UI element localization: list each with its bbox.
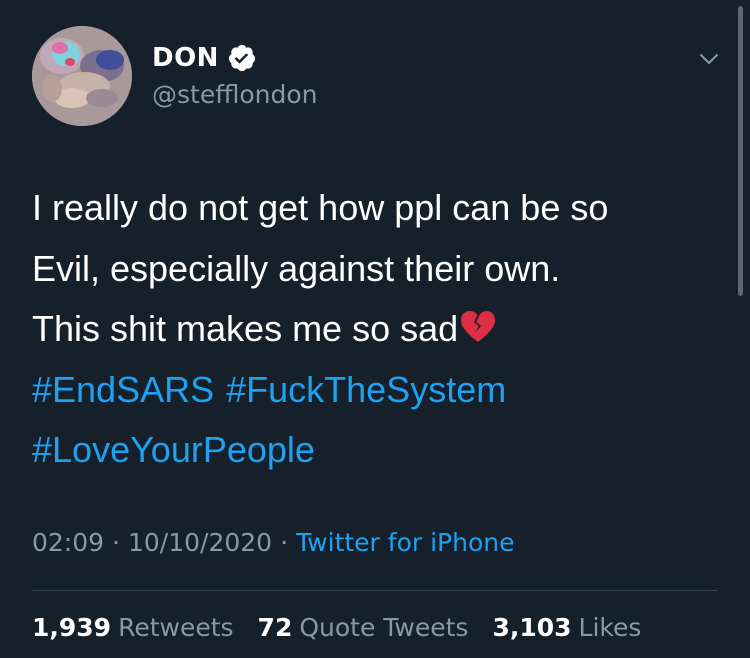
hashtag-link[interactable]: #FuckTheSystem	[226, 369, 506, 410]
tweet-source-link[interactable]: Twitter for iPhone	[296, 528, 514, 557]
hashtag-link[interactable]: #LoveYourPeople	[32, 429, 315, 470]
scrollbar[interactable]	[738, 6, 743, 296]
quote-tweets-label: Quote Tweets	[299, 613, 469, 642]
quote-tweets-stat[interactable]: 72 Quote Tweets	[258, 613, 469, 642]
hashtag-link[interactable]: #EndSARS	[32, 369, 214, 410]
hashtag-line: #LoveYourPeople	[32, 420, 722, 481]
retweets-stat[interactable]: 1,939 Retweets	[32, 613, 234, 642]
likes-stat[interactable]: 3,103 Likes	[492, 613, 641, 642]
retweets-count: 1,939	[32, 613, 112, 642]
chevron-down-icon[interactable]	[694, 44, 724, 74]
author-row: DON	[152, 40, 257, 76]
divider	[32, 590, 718, 591]
tweet-meta: 02:09 · 10/10/2020 · Twitter for iPhone	[32, 528, 515, 557]
tweet-date[interactable]: 10/10/2020	[128, 528, 272, 557]
verified-badge-icon	[227, 43, 257, 73]
likes-label: Likes	[578, 613, 642, 642]
user-handle[interactable]: @stefflondon	[152, 80, 318, 109]
tweet-text-line: I really do not get how ppl can be so	[32, 187, 609, 228]
tweet-card: DON @stefflondon I really do not get how…	[0, 0, 750, 658]
separator-dot: ·	[112, 528, 120, 557]
avatar[interactable]	[32, 26, 132, 126]
quote-tweets-count: 72	[257, 613, 293, 642]
tweet-text-line: Evil, especially against their own.	[32, 247, 561, 289]
hashtag-line: #EndSARS #FuckTheSystem	[32, 360, 722, 421]
retweets-label: Retweets	[118, 613, 234, 642]
tweet-text-segment: This shit makes me so sad	[32, 308, 459, 349]
tweet-time[interactable]: 02:09	[32, 528, 104, 557]
avatar-image	[32, 26, 132, 126]
tweet-text: I really do not get how ppl can be so Ev…	[32, 178, 722, 481]
broken-heart-icon	[460, 302, 496, 342]
display-name[interactable]: DON	[152, 43, 219, 73]
tweet-stats: 1,939 Retweets 72 Quote Tweets 3,103 Likes	[32, 613, 665, 642]
likes-count: 3,103	[492, 613, 572, 642]
tweet-text-line: This shit makes me so sad	[32, 299, 722, 360]
separator-dot: ·	[280, 528, 289, 557]
